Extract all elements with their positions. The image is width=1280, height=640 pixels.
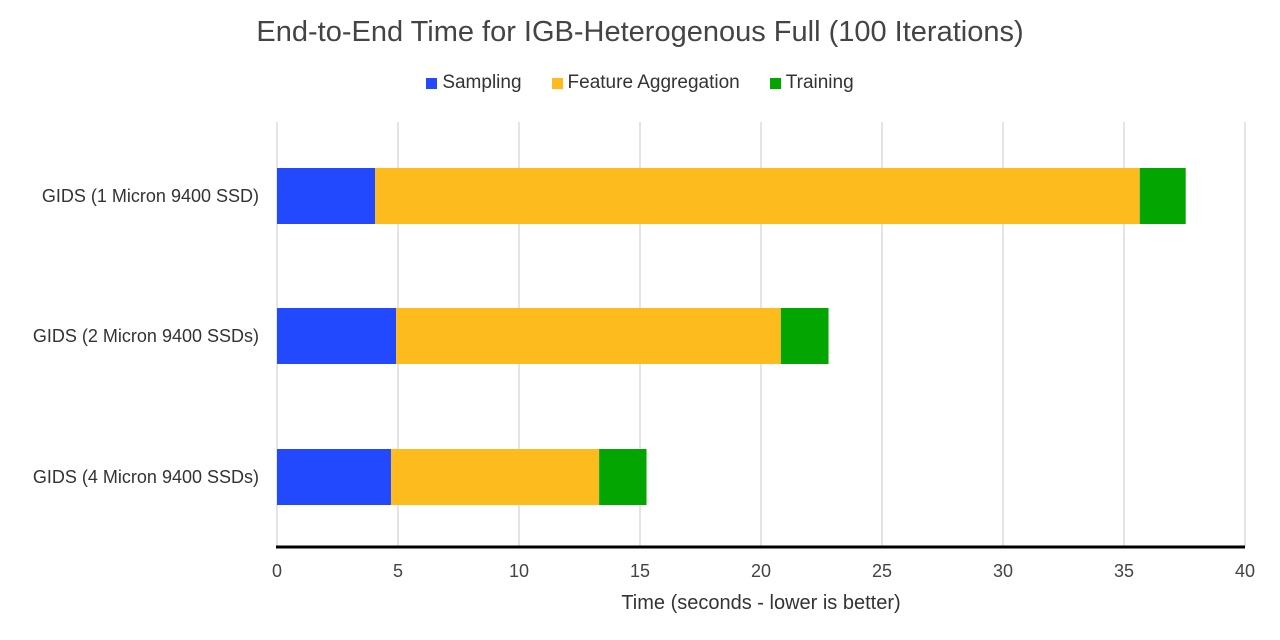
x-tick-label: 10 — [509, 561, 529, 581]
category-label: GIDS (4 Micron 9400 SSDs) — [33, 467, 259, 487]
x-tick-labels: 0 5 10 15 20 25 30 35 40 — [272, 561, 1255, 581]
bar-sampling — [277, 168, 376, 224]
bar-training — [780, 308, 829, 364]
category-labels: GIDS (1 Micron 9400 SSD) GIDS (2 Micron 9… — [33, 186, 259, 487]
x-tick-label: 30 — [993, 561, 1013, 581]
x-axis-label: Time (seconds - lower is better) — [621, 592, 900, 614]
x-tick-label: 0 — [272, 561, 282, 581]
bar-feature-aggregation — [390, 449, 600, 505]
chart-plot: GIDS (1 Micron 9400 SSD) GIDS (2 Micron 9… — [33, 122, 1255, 614]
bar-feature-aggregation — [375, 168, 1140, 224]
bar-sampling — [277, 449, 391, 505]
x-tick-label: 25 — [872, 561, 892, 581]
bar-sampling — [277, 308, 397, 364]
bar-feature-aggregation — [396, 308, 781, 364]
category-label: GIDS (2 Micron 9400 SSDs) — [33, 326, 259, 346]
x-tick-label: 15 — [630, 561, 650, 581]
bars — [277, 168, 1186, 505]
bar-training — [1139, 168, 1186, 224]
x-tick-label: 20 — [751, 561, 771, 581]
x-tick-label: 5 — [393, 561, 403, 581]
bar-training — [599, 449, 647, 505]
category-label: GIDS (1 Micron 9400 SSD) — [42, 186, 259, 206]
x-tick-label: 40 — [1235, 561, 1255, 581]
x-tick-label: 35 — [1114, 561, 1134, 581]
